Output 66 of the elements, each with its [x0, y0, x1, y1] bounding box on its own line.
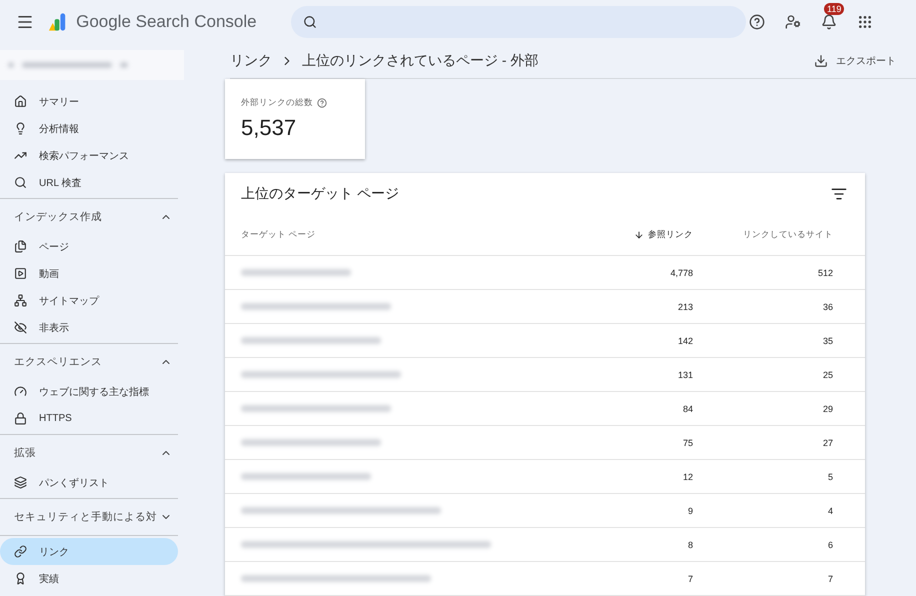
stat-label: 外部リンクの総数	[241, 97, 313, 109]
table-cell: 4,778	[670, 268, 693, 278]
search-icon	[14, 176, 27, 189]
table-cell: 35	[822, 336, 833, 346]
nav-item[interactable]: サマリー	[0, 88, 178, 115]
table-cell: 142	[678, 336, 693, 346]
table-cell: 36	[822, 302, 833, 312]
export-button[interactable]: エクスポート	[808, 53, 902, 69]
help-icon[interactable]	[317, 98, 327, 108]
nav-item[interactable]: パンくずリスト	[0, 469, 178, 496]
table-cell: 7	[828, 574, 833, 584]
table-title: 上位のターゲット ページ	[241, 185, 399, 203]
table-cell: 75	[682, 438, 693, 448]
search-field[interactable]	[290, 6, 746, 38]
notification-count: 119	[824, 3, 844, 15]
table-cell: 12	[682, 472, 693, 482]
pages-icon	[14, 240, 27, 253]
nav-item[interactable]: 分析情報	[0, 115, 178, 142]
nav-item[interactable]: 動画	[0, 260, 178, 287]
section-header[interactable]: 拡張	[0, 437, 178, 469]
stat-value: 5,537	[241, 115, 298, 141]
table-cell: 5	[828, 472, 833, 482]
table-cell: 213	[678, 302, 693, 312]
column-header[interactable]: 参照リンク	[634, 229, 693, 241]
breadcrumb-item[interactable]: リンク	[230, 52, 272, 70]
app-title: Google Search Console	[76, 12, 257, 32]
table-cell: 7	[688, 574, 693, 584]
home-icon	[14, 95, 27, 108]
table-cell: 27	[822, 438, 833, 448]
hidden-icon	[14, 321, 27, 334]
sort-arrow-icon	[634, 230, 644, 240]
link-icon	[14, 545, 27, 558]
sitemap-icon	[14, 294, 27, 307]
table-cell: 29	[822, 404, 833, 414]
section-header[interactable]: セキュリティと手動による対	[0, 501, 178, 533]
nav-item[interactable]: URL 検査	[0, 169, 178, 196]
nav-item[interactable]: サイトマップ	[0, 287, 178, 314]
video-icon	[14, 267, 27, 280]
table-cell: 512	[818, 268, 833, 278]
nav-item[interactable]: 実績	[0, 565, 178, 592]
download-icon	[814, 54, 828, 68]
table-cell: 84	[682, 404, 693, 414]
gauge-icon	[14, 385, 27, 398]
nav-item[interactable]: ページ	[0, 233, 178, 260]
section-header[interactable]: インデックス作成	[0, 201, 178, 233]
filter-icon[interactable]	[831, 186, 847, 202]
search-icon	[302, 15, 317, 29]
nav-item[interactable]: 非表示	[0, 314, 178, 341]
award-icon	[14, 572, 27, 585]
table-cell: 6	[828, 540, 833, 550]
nav-item[interactable]: 検索パフォーマンス	[0, 142, 178, 169]
table-cell: 8	[688, 540, 693, 550]
column-header[interactable]: リンクしているサイト	[743, 229, 833, 241]
table-cell: 131	[678, 370, 693, 380]
nav-item[interactable]: HTTPS	[0, 405, 178, 432]
section-header[interactable]: エクスペリエンス	[0, 346, 178, 378]
lock-icon	[14, 412, 27, 425]
lightbulb-icon	[14, 122, 27, 135]
nav-item[interactable]: ウェブに関する主な指標	[0, 378, 178, 405]
breadcrumb-item: 上位のリンクされているページ - 外部	[302, 52, 538, 70]
table-cell: 25	[822, 370, 833, 380]
nav-item[interactable]: リンク	[0, 538, 178, 565]
column-header[interactable]: ターゲット ページ	[241, 229, 316, 241]
table-cell: 9	[688, 506, 693, 516]
layers-icon	[14, 476, 27, 489]
table-cell: 4	[828, 506, 833, 516]
